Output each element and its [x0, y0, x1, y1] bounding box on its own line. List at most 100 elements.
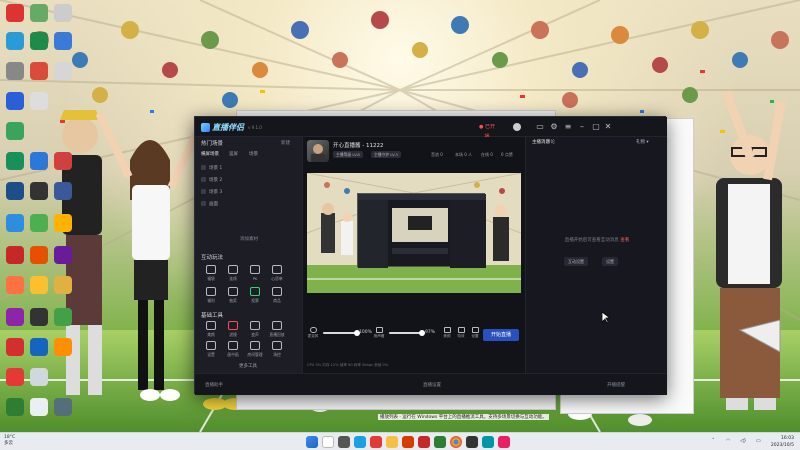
bottom-link-assistant[interactable]: 直播助手	[205, 382, 223, 388]
battery-icon[interactable]: ▭	[756, 438, 761, 444]
wifi-icon[interactable]: ◠	[726, 438, 730, 444]
desktop-icon[interactable]	[6, 214, 24, 232]
beauty-control[interactable]: 美颜	[441, 327, 453, 339]
message-icon[interactable]: ▭	[535, 122, 545, 132]
speaker-slider[interactable]	[389, 330, 425, 336]
desktop-icon[interactable]	[6, 276, 24, 294]
desktop-icon[interactable]	[6, 152, 24, 170]
tab-gifts[interactable]: 礼物 ▾	[636, 139, 649, 145]
chrome-icon[interactable]	[450, 436, 462, 448]
tool-connect[interactable]: 连线	[223, 265, 243, 287]
desktop-icon[interactable]	[54, 62, 72, 80]
desktop-icon[interactable]	[30, 338, 48, 356]
user-avatar[interactable]	[513, 123, 521, 131]
tab-comments[interactable]: 评论	[546, 139, 555, 145]
desktop-icon[interactable]	[30, 32, 48, 50]
tool-benefit[interactable]: 福利	[201, 287, 221, 309]
desktop-icon[interactable]	[30, 152, 48, 170]
tool-control[interactable]: 场控	[267, 341, 287, 363]
desktop-icon[interactable]	[30, 276, 48, 294]
speaker-icon[interactable]: 扬声器	[373, 327, 385, 339]
maximize-icon[interactable]: ▢	[591, 122, 601, 132]
desktop-icon[interactable]	[6, 246, 24, 264]
tab-scene[interactable]: 场景	[249, 151, 258, 157]
bottom-link-reminder[interactable]: 开播提醒	[607, 382, 625, 388]
tab-landscape[interactable]: 横屏场景	[201, 151, 219, 157]
tool-pk[interactable]: PK	[245, 265, 265, 287]
app-icon[interactable]	[434, 436, 446, 448]
close-icon[interactable]: ✕	[603, 122, 613, 132]
tool-filter[interactable]: 滤镜	[223, 321, 243, 343]
gear-icon[interactable]: ⚙	[549, 122, 559, 132]
new-scene-link[interactable]: 新建	[281, 140, 290, 146]
folder-icon[interactable]	[386, 436, 398, 448]
desktop-icon[interactable]	[6, 62, 24, 80]
desktop-icon[interactable]	[30, 246, 48, 264]
mic-slider[interactable]	[323, 330, 360, 336]
desktop-icon[interactable]	[6, 32, 24, 50]
scene-item[interactable]: 场景 1	[201, 163, 297, 172]
desktop-icon[interactable]	[6, 338, 24, 356]
desktop-icon[interactable]	[30, 214, 48, 232]
guard-chip[interactable]: 主播守护 LV.3	[371, 151, 401, 158]
scene-item[interactable]: 画面	[201, 199, 297, 208]
desktop-icon[interactable]	[6, 368, 24, 386]
desktop-icon[interactable]	[30, 398, 48, 416]
volume-icon[interactable]: ◁)	[740, 438, 746, 444]
tool-replay[interactable]: 直播回放	[267, 321, 287, 343]
start-live-button[interactable]: 开始直播	[483, 329, 519, 341]
menu-icon[interactable]: ≡	[563, 122, 573, 132]
live-status-icon[interactable]: ● 已开播	[477, 122, 497, 140]
tool-voice[interactable]: 变声	[245, 321, 265, 343]
minimize-icon[interactable]: –	[577, 122, 587, 132]
edge-icon[interactable]	[354, 436, 366, 448]
bottom-link-settings[interactable]: 直播设置	[423, 382, 441, 388]
desktop-icon[interactable]	[54, 4, 72, 22]
app-icon[interactable]	[482, 436, 494, 448]
settings-button[interactable]: 设置	[602, 257, 618, 266]
desktop-icon[interactable]	[54, 338, 72, 356]
more-tools-button[interactable]: 更多工具	[225, 363, 271, 371]
desktop-icon[interactable]	[6, 4, 24, 22]
desktop-icon[interactable]	[30, 308, 48, 326]
desktop-icon[interactable]	[6, 398, 24, 416]
desktop-icon[interactable]	[30, 182, 48, 200]
desktop-icon[interactable]	[6, 92, 24, 110]
tool-beauty[interactable]: 美颜	[201, 321, 221, 343]
desktop-icon[interactable]	[54, 246, 72, 264]
streamer-avatar[interactable]	[307, 140, 329, 162]
tool-wishlist[interactable]: 心愿单	[267, 265, 287, 287]
desktop-icon[interactable]	[6, 122, 24, 140]
clock[interactable]: 16:03 2023/10/5	[771, 435, 794, 449]
search-icon[interactable]	[322, 436, 334, 448]
tray-chevron-icon[interactable]: ˄	[712, 438, 715, 444]
tool-vote[interactable]: 投票	[245, 287, 265, 309]
desktop-icon[interactable]	[54, 182, 72, 200]
effects-control[interactable]: 特效	[455, 327, 467, 339]
start-icon[interactable]	[306, 436, 318, 448]
desktop-icon[interactable]	[30, 368, 48, 386]
tool-lottery[interactable]: 抽奖	[223, 287, 243, 309]
desktop-icon[interactable]	[30, 92, 48, 110]
app-icon[interactable]	[370, 436, 382, 448]
desktop-icon[interactable]	[54, 276, 72, 294]
office-icon[interactable]	[402, 436, 414, 448]
scene-item[interactable]: 场景 2	[201, 175, 297, 184]
app-icon[interactable]	[466, 436, 478, 448]
tool-room[interactable]: 房间管理	[245, 341, 265, 363]
wps-icon[interactable]	[418, 436, 430, 448]
tool-lucky-bag[interactable]: 福袋	[201, 265, 221, 287]
desktop-icon[interactable]	[30, 62, 48, 80]
desktop-icon[interactable]	[30, 4, 48, 22]
empty-message-link[interactable]: 查看	[620, 238, 629, 243]
task-view-icon[interactable]	[338, 436, 350, 448]
app-icon[interactable]	[498, 436, 510, 448]
mic-icon[interactable]: 麦克风	[307, 327, 319, 339]
desktop-icon[interactable]	[6, 308, 24, 326]
desktop-icon[interactable]	[54, 152, 72, 170]
desktop-icon[interactable]	[6, 182, 24, 200]
settings-control[interactable]: 设置	[469, 327, 481, 339]
add-source-button[interactable]: 添加素材	[215, 235, 283, 245]
desktop-icon[interactable]	[54, 398, 72, 416]
interaction-settings-button[interactable]: 互动设置	[564, 257, 588, 266]
